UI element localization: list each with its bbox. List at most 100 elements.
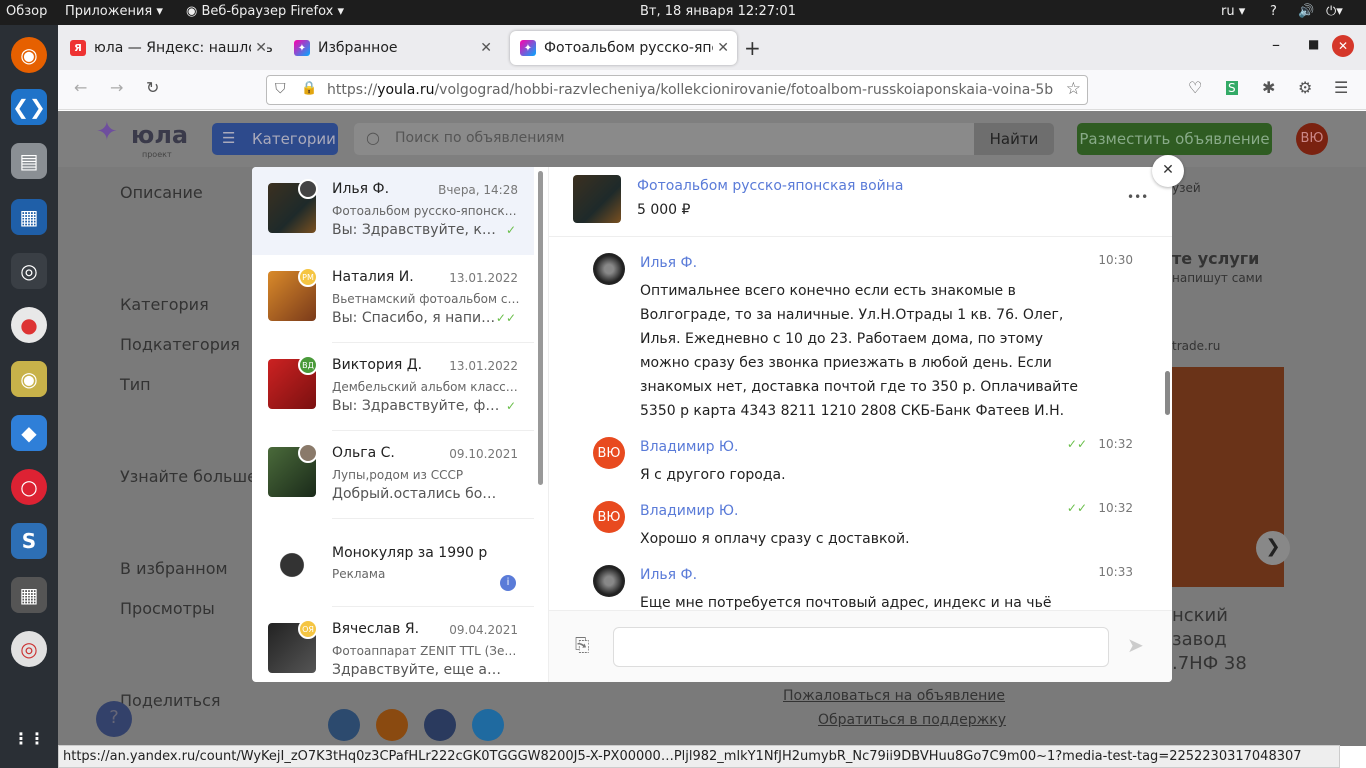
tab-favorites[interactable]: ✦ Избранное ✕ (284, 31, 500, 65)
applications-menu[interactable]: Приложения ▾ (65, 4, 163, 19)
bookmark-star-icon[interactable]: ☆ (1061, 79, 1081, 99)
support-link[interactable]: Обратиться в поддержку (818, 712, 1006, 728)
conversation-subject: Фотоальбом русско-японская... (332, 204, 522, 218)
conversation-item[interactable]: ВД Виктория Д. 13.01.2022 Дембельский ал… (252, 343, 534, 431)
close-tab-icon[interactable]: ✕ (713, 40, 729, 56)
message-input[interactable] (613, 627, 1109, 667)
clock[interactable]: Вт, 18 января 12:27:01 (640, 4, 796, 19)
firefox-icon[interactable]: ◉ (11, 37, 47, 73)
conversation-list-scrollbar[interactable] (538, 171, 543, 485)
url-domain: youla.ru (377, 82, 435, 98)
send-icon[interactable]: ➤ (1127, 633, 1144, 657)
report-link[interactable]: Пожаловаться на объявление (783, 688, 1005, 704)
lock-icon[interactable]: 🔒 (301, 81, 317, 96)
screenshot-icon[interactable]: ◎ (11, 253, 47, 289)
youla-favicon-icon: ✦ (294, 40, 310, 56)
conversation-last-message: Добрый.остались больш... (332, 486, 504, 502)
conversation-list: Илья Ф. Вчера, 14:28 Фотоальбом русско-я… (252, 167, 538, 682)
site-logo[interactable]: юла (131, 121, 188, 149)
vk-share-icon[interactable] (328, 709, 360, 741)
conversation-avatar (268, 535, 316, 585)
minimize-button[interactable]: – (1272, 35, 1280, 54)
listing-thumbnail[interactable] (573, 175, 621, 223)
twitter-share-icon[interactable] (472, 709, 504, 741)
youla-logo-icon[interactable]: ✦ (96, 117, 118, 147)
browser-app-label: Веб-браузер Firefox (201, 4, 334, 19)
paperclip-icon[interactable]: ⎘ (575, 635, 589, 656)
more-options-icon[interactable]: ••• (1127, 190, 1148, 204)
chat-message: Илья Ф. 10:30 Оптимальнее всего конечно … (593, 253, 1153, 423)
close-tab-icon[interactable]: ✕ (251, 40, 267, 56)
tab-yandex[interactable]: Я юла — Яндекс: нашлось ✕ (60, 31, 275, 65)
facebook-share-icon[interactable] (424, 709, 456, 741)
extension-icon[interactable]: ⚙ (1298, 78, 1312, 97)
help-chat-button[interactable]: ? (96, 701, 132, 737)
forward-button[interactable]: → (110, 78, 123, 97)
close-modal-button[interactable]: ✕ (1152, 155, 1184, 187)
close-window-button[interactable]: ✕ (1332, 35, 1354, 57)
conversation-last-message: Вы: Здравствуйте, когд... (332, 222, 504, 238)
conversation-item[interactable]: ОЯ Вячеслав Я. 09.04.2021 Фотоаппарат ZE… (252, 607, 534, 682)
backup-icon[interactable]: ◎ (11, 631, 47, 667)
writer-icon[interactable]: ▦ (11, 199, 47, 235)
search-input[interactable]: ○ Поиск по объявлениям (354, 123, 974, 155)
conversation-name: Ольга С. (332, 445, 395, 461)
new-tab-button[interactable]: + (744, 36, 761, 60)
info-icon[interactable]: i (500, 575, 516, 591)
messages-modal: Илья Ф. Вчера, 14:28 Фотоальбом русско-я… (252, 167, 1172, 682)
double-check-icon: ✓✓ (1066, 501, 1087, 515)
user-avatar[interactable]: ВЮ (1296, 123, 1328, 155)
conversation-item[interactable]: Илья Ф. Вчера, 14:28 Фотоальбом русско-я… (252, 167, 534, 255)
type-label: Тип (120, 375, 151, 394)
chrome-icon[interactable]: ● (11, 307, 47, 343)
show-apps-icon[interactable]: ⋮⋮ (11, 720, 47, 756)
ok-share-icon[interactable] (376, 709, 408, 741)
back-button[interactable]: ← (74, 78, 87, 97)
user-avatar-badge (298, 443, 318, 463)
tab-photo-album-active[interactable]: ✦ Фотоальбом русско-япо ✕ (510, 31, 737, 65)
menu-icon[interactable]: ☰ (1334, 78, 1348, 97)
conversation-name: Илья Ф. (332, 181, 390, 197)
carousel-next-button[interactable]: ❯ (1256, 531, 1290, 565)
shield-icon[interactable]: ⛉ (275, 81, 286, 97)
help-icon[interactable]: ? (1270, 4, 1277, 19)
conversation-subject: Вьетнамский фотоальбом с л... (332, 292, 522, 306)
files-icon[interactable]: ▤ (11, 143, 47, 179)
applications-label: Приложения (65, 4, 153, 19)
categories-button[interactable]: ☰ Категории (212, 123, 338, 155)
conversation-item[interactable]: Ольга С. 09.10.2021 Лупы,родом из СССР Д… (252, 431, 534, 519)
calculator-icon[interactable]: ▦ (11, 577, 47, 613)
message-author: Владимир Ю. (640, 503, 739, 519)
maximize-button[interactable]: ■ (1308, 37, 1319, 51)
ad-conversation-item[interactable]: Монокуляр за 1990 р Реклама i (252, 519, 534, 607)
extension-icon[interactable]: ✱ (1262, 78, 1275, 97)
activities-button[interactable]: Обзор (6, 4, 47, 19)
url-bar[interactable]: ⛉ 🔒 https://youla.ru/volgograd/hobbi-raz… (266, 75, 1088, 105)
right-panel-sub: напишут сами (1172, 271, 1263, 285)
close-tab-icon[interactable]: ✕ (480, 40, 492, 56)
extension-icon[interactable]: S (1226, 81, 1238, 95)
rhythmbox-icon[interactable]: ◉ (11, 361, 47, 397)
find-button[interactable]: Найти (974, 123, 1054, 155)
category-label: Категория (120, 295, 209, 314)
categories-label: Категории (252, 130, 336, 148)
share-label: Поделиться (120, 691, 221, 710)
ad-domain: trade.ru (1172, 339, 1221, 353)
tab-label: Избранное (318, 40, 398, 56)
chevron-down-icon: ▾ (156, 4, 163, 19)
ad-title-line2: завод (1172, 629, 1227, 650)
keyboard-layout[interactable]: ru ▾ (1221, 4, 1245, 19)
post-ad-button[interactable]: Разместить объявление (1077, 123, 1272, 155)
browser-app-menu[interactable]: ◉ Веб-браузер Firefox ▾ (186, 4, 344, 19)
help-ring-icon[interactable]: ○ (11, 469, 47, 505)
chat-scrollbar[interactable] (1165, 371, 1170, 415)
settings-app-icon[interactable]: S (11, 523, 47, 559)
reload-button[interactable]: ↻ (146, 78, 159, 97)
pocket-icon[interactable]: ♡ (1188, 78, 1202, 97)
volume-icon[interactable]: 🔊 (1298, 4, 1314, 19)
vscode-icon[interactable]: ❮❯ (11, 89, 47, 125)
power-menu-icon[interactable]: ⏻▾ (1326, 4, 1343, 19)
conversation-item[interactable]: РМ Наталия И. 13.01.2022 Вьетнамский фот… (252, 255, 534, 343)
listing-title[interactable]: Фотоальбом русско-японская война (637, 178, 904, 194)
remmina-icon[interactable]: ◆ (11, 415, 47, 451)
